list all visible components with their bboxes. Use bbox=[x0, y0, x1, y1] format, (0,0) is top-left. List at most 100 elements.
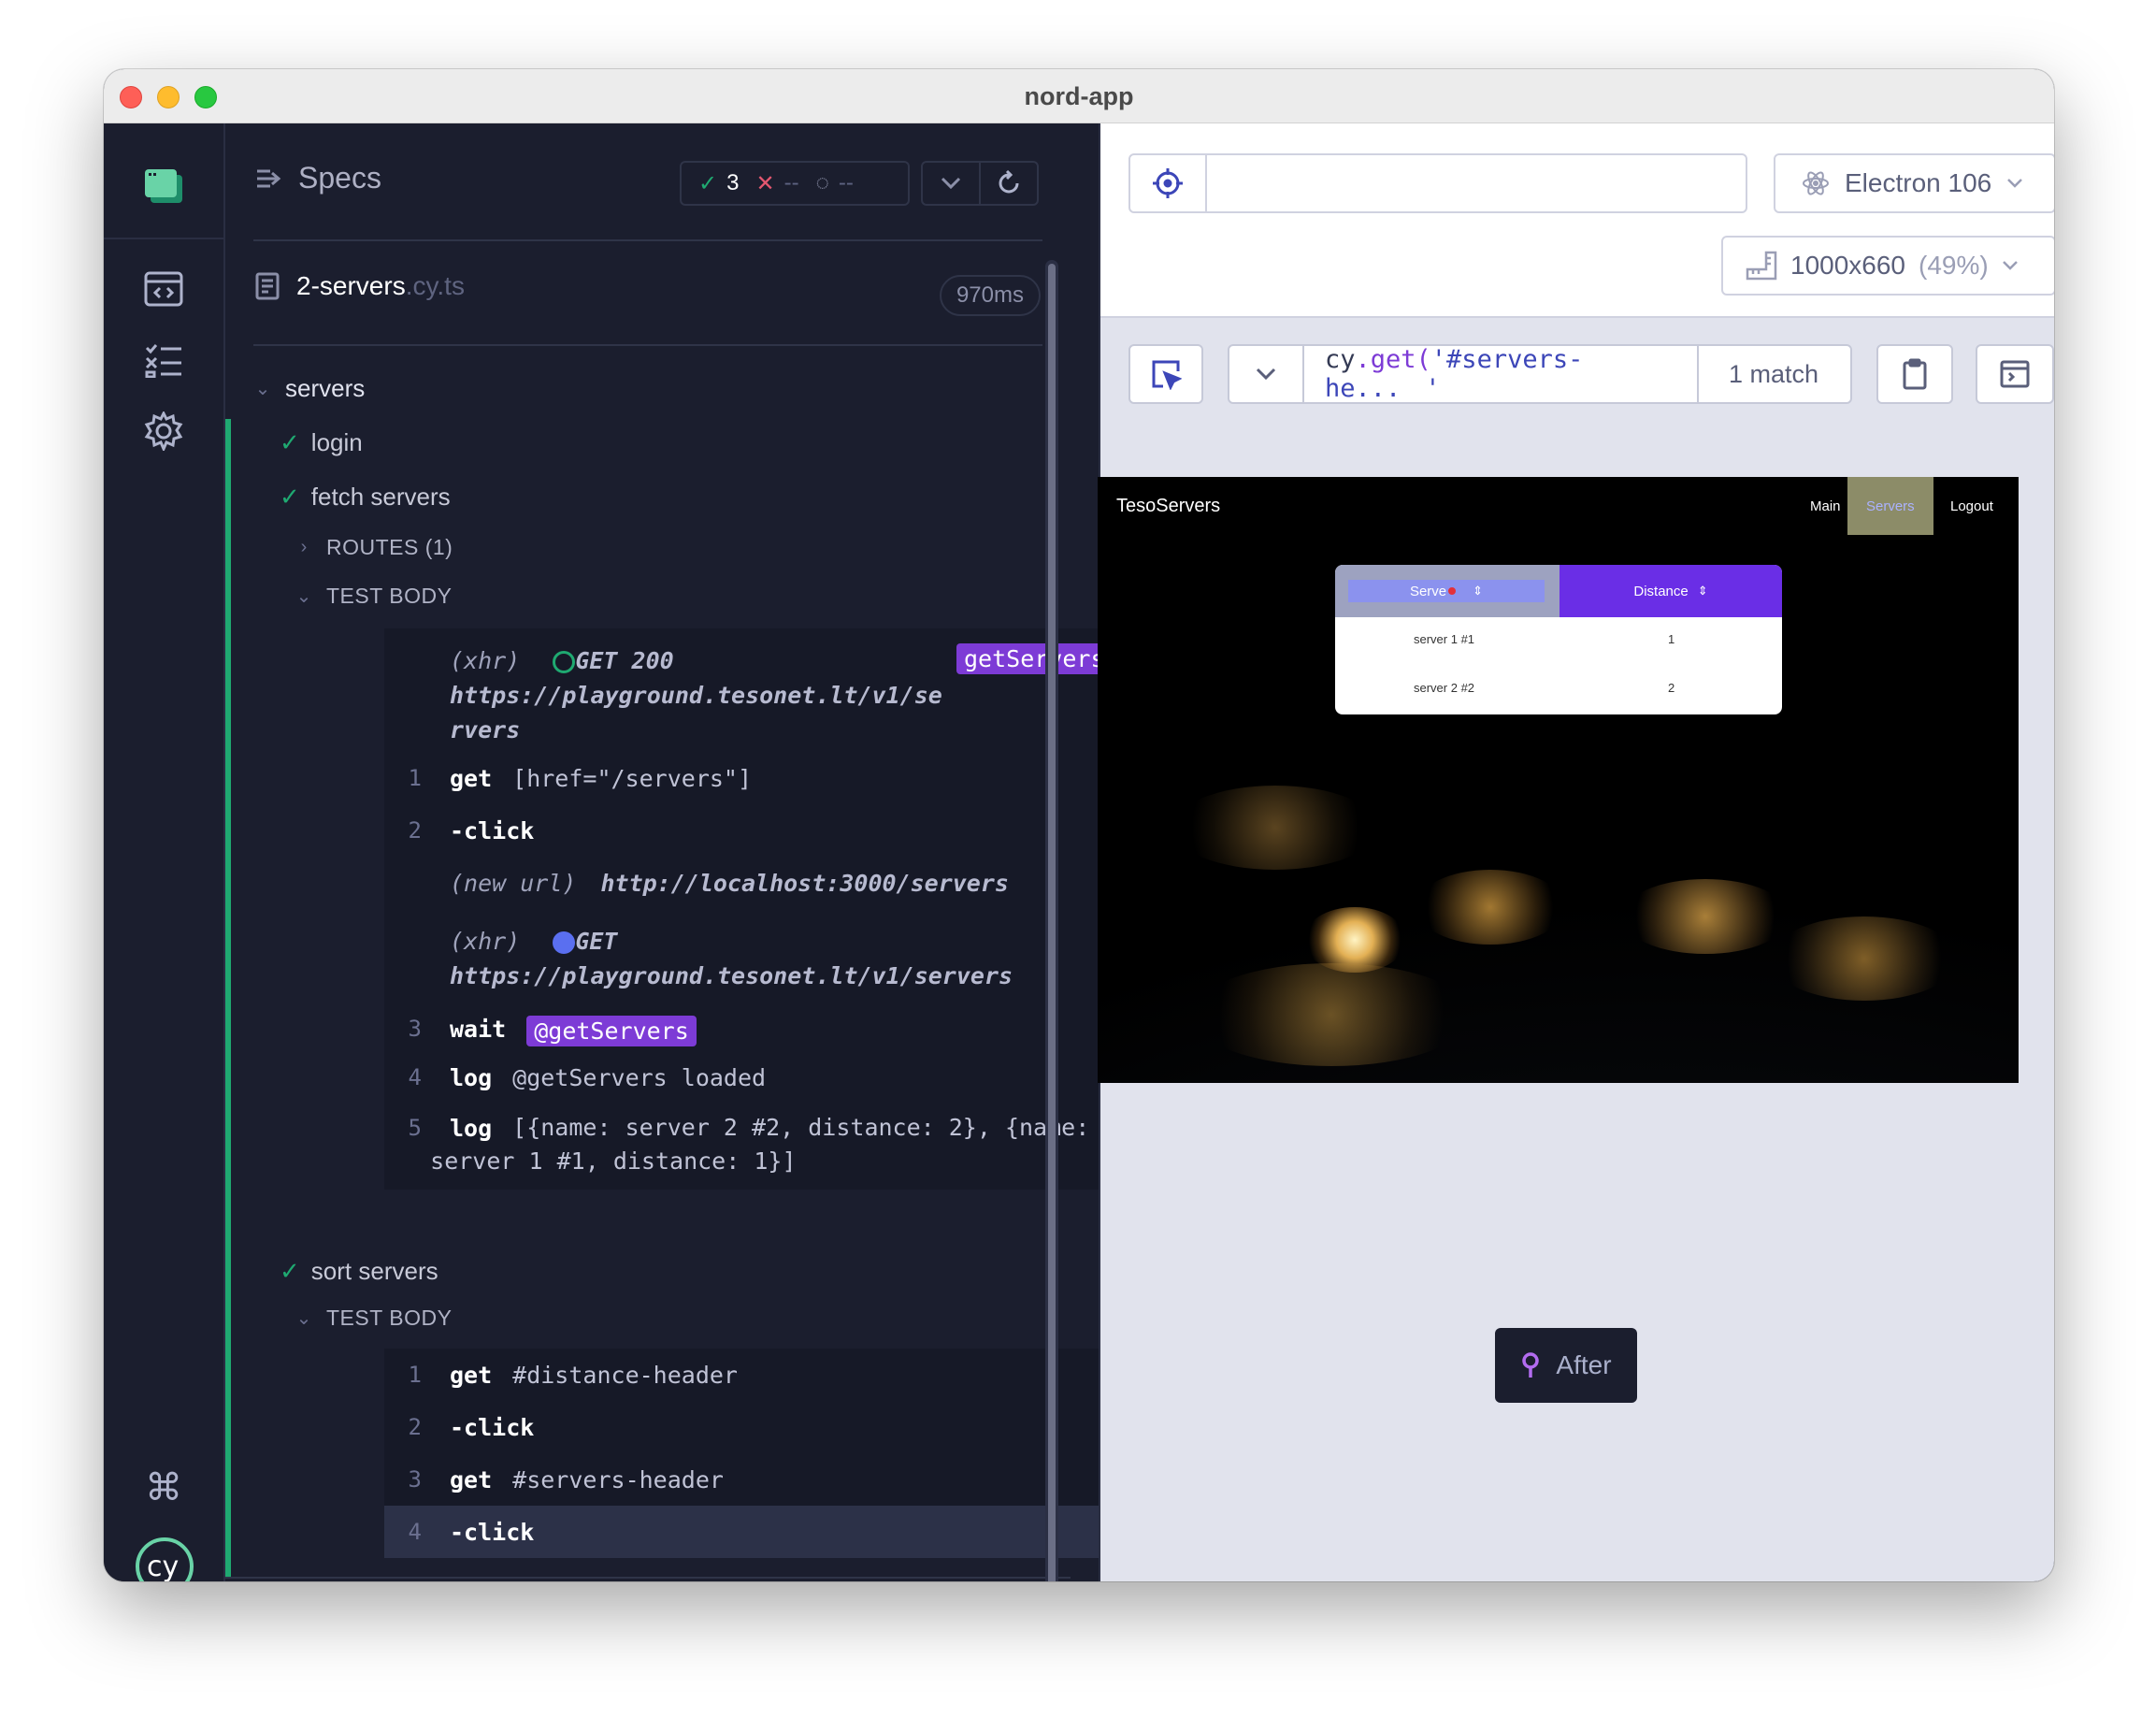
app-nav-servers[interactable]: Servers bbox=[1847, 477, 1933, 535]
sort-icon: ⇕ bbox=[1697, 584, 1708, 598]
command-log-2[interactable]: 5 log [{name: server 2 #2, distance: 2},… bbox=[384, 1114, 1114, 1178]
click-marker-icon bbox=[1448, 587, 1457, 595]
table-cell: server 2 #2 bbox=[1414, 681, 1475, 695]
browser-select[interactable]: Electron 106 bbox=[1774, 153, 2054, 213]
svg-text:cy: cy bbox=[147, 1551, 179, 1581]
electron-icon bbox=[1803, 171, 1829, 195]
check-icon: ✓ bbox=[280, 1257, 300, 1285]
test-body-toggle[interactable]: ⌄ TEST BODY bbox=[295, 584, 452, 609]
sort-command-1[interactable]: 1 get #distance-header bbox=[384, 1349, 1114, 1401]
alias-badge[interactable]: @getServers bbox=[526, 1016, 697, 1046]
check-icon: ✓ bbox=[698, 170, 718, 196]
ruler-icon bbox=[1746, 251, 1777, 281]
chevron-right-icon: › bbox=[300, 537, 308, 557]
console-icon bbox=[2000, 360, 2030, 388]
suite-status-rail bbox=[225, 419, 231, 1579]
table-cell: 2 bbox=[1668, 681, 1675, 695]
spec-name: 2-servers bbox=[296, 271, 406, 300]
check-icon: ✓ bbox=[280, 483, 300, 511]
app-navbar: TesoServers Main Servers Logout bbox=[1098, 477, 2019, 535]
crosshair-icon bbox=[1153, 168, 1183, 198]
test-body-toggle-2[interactable]: ⌄ TEST BODY bbox=[295, 1306, 452, 1331]
sort-command-list: 1 get #distance-header 2 -click 3 get #s… bbox=[384, 1349, 1114, 1558]
chevron-down-icon bbox=[941, 177, 961, 190]
pending-dot-icon bbox=[553, 931, 576, 954]
pin-icon bbox=[1522, 1352, 1540, 1378]
copy-selector-button[interactable] bbox=[1876, 344, 1953, 404]
passed-count: ✓ 3 bbox=[698, 170, 740, 196]
alias-badge[interactable]: getServers bbox=[956, 643, 1113, 674]
snapshot-after-toggle[interactable]: After bbox=[1495, 1328, 1637, 1403]
settings-gear-icon[interactable] bbox=[142, 410, 185, 453]
check-icon: ✓ bbox=[280, 428, 300, 456]
specs-header[interactable]: Specs bbox=[255, 161, 381, 195]
chevron-down-icon bbox=[2002, 261, 2018, 270]
selector-method-toggle[interactable] bbox=[1229, 346, 1304, 402]
command-click[interactable]: 2 -click bbox=[384, 817, 1114, 844]
app-brand[interactable]: TesoServers bbox=[1116, 496, 1220, 517]
chevron-down-icon bbox=[1256, 368, 1276, 381]
servers-header[interactable]: Serve ⇕ bbox=[1335, 565, 1560, 617]
runner-icon[interactable] bbox=[142, 267, 185, 310]
command-log-1[interactable]: 4 log @getServers loaded bbox=[384, 1064, 1114, 1091]
chevron-down-icon bbox=[2007, 179, 2023, 188]
test-fetch-servers[interactable]: ✓ fetch servers bbox=[280, 483, 451, 512]
titlebar: nord-app bbox=[104, 69, 2054, 123]
viewport-select[interactable]: 1000x660 (49%) bbox=[1721, 236, 2054, 296]
url-bar[interactable] bbox=[1128, 153, 1747, 213]
app-logo-icon[interactable] bbox=[142, 165, 185, 208]
x-icon: ✕ bbox=[755, 170, 775, 196]
pending-count: ◌ -- bbox=[815, 170, 854, 195]
failed-count: ✕ -- bbox=[755, 170, 799, 196]
rerun-button[interactable] bbox=[979, 161, 1039, 206]
refresh-icon bbox=[999, 170, 1019, 194]
chevron-down-icon: ⌄ bbox=[295, 586, 312, 607]
aut-iframe[interactable]: TesoServers Main Servers Logout Serve ⇕ … bbox=[1098, 477, 2019, 1083]
document-icon bbox=[255, 272, 280, 300]
command-xhr-1[interactable]: (xhr) GET 200 https://playground.tesonet… bbox=[384, 643, 1114, 747]
match-count: 1 match bbox=[1697, 346, 1850, 402]
spec-ext: .cy.ts bbox=[405, 271, 465, 300]
selector-input[interactable]: cy.get('#servers-he... ' 1 match bbox=[1228, 344, 1852, 404]
table-cell: 1 bbox=[1668, 632, 1675, 646]
clipboard-icon bbox=[1903, 358, 1927, 390]
cypress-logo-icon[interactable]: cy bbox=[134, 1536, 195, 1581]
reporter-scroll-thumb[interactable] bbox=[1048, 264, 1056, 1581]
element-picker-button[interactable] bbox=[1128, 344, 1203, 404]
keyboard-shortcuts-icon[interactable]: ⌘ bbox=[142, 1466, 185, 1509]
print-to-console-button[interactable] bbox=[1976, 344, 2054, 404]
spec-duration: 970ms bbox=[939, 275, 1041, 316]
side-nav: ⌘ cy bbox=[104, 123, 225, 1581]
servers-header-highlight: Serve ⇕ bbox=[1348, 580, 1545, 602]
aut-header: Electron 106 1000x660 (49%) bbox=[1100, 123, 2054, 318]
command-wait[interactable]: 3 wait @getServers bbox=[384, 1016, 1114, 1046]
command-xhr-2[interactable]: (xhr) GET https://playground.tesonet.lt/… bbox=[384, 924, 1114, 993]
app-nav-logout[interactable]: Logout bbox=[1932, 477, 2012, 535]
spinner-icon: ◌ bbox=[815, 170, 829, 195]
spec-file-header[interactable]: 2-servers.cy.ts bbox=[255, 271, 465, 301]
selector-code: cy.get('#servers-he... ' bbox=[1325, 345, 1584, 403]
command-new-url[interactable]: (new url) http://localhost:3000/servers bbox=[384, 870, 1114, 897]
specs-nav-icon bbox=[257, 169, 281, 187]
app-window: nord-app ⌘ cy Specs ✓ 3 ✕ -- ◌ -- 2-serv… bbox=[104, 69, 2054, 1581]
distance-header[interactable]: Distance ⇕ bbox=[1560, 565, 1782, 617]
specs-list-icon[interactable] bbox=[142, 339, 185, 382]
status-ring-icon bbox=[553, 651, 576, 673]
sort-command-2[interactable]: 2 -click bbox=[384, 1401, 1114, 1453]
selector-playground-toggle[interactable] bbox=[1130, 155, 1207, 211]
test-login[interactable]: ✓ login bbox=[280, 428, 363, 457]
servers-table: Serve ⇕ Distance ⇕ server 1 #1 1 server … bbox=[1335, 565, 1782, 714]
test-sort-servers[interactable]: ✓ sort servers bbox=[280, 1257, 438, 1286]
sort-command-4[interactable]: 4 -click bbox=[384, 1506, 1114, 1558]
command-get[interactable]: 1 get [href="/servers"] bbox=[384, 765, 1114, 792]
collapse-button[interactable] bbox=[921, 161, 981, 206]
table-cell: server 1 #1 bbox=[1414, 632, 1475, 646]
header-divider bbox=[253, 239, 1042, 241]
test-stats: ✓ 3 ✕ -- ◌ -- bbox=[680, 161, 910, 206]
sort-command-3[interactable]: 3 get #servers-header bbox=[384, 1453, 1114, 1506]
footer-divider bbox=[225, 1577, 1071, 1579]
suite-servers[interactable]: ⌄ servers bbox=[253, 374, 366, 403]
routes-toggle[interactable]: › ROUTES (1) bbox=[295, 535, 453, 560]
nav-project bbox=[104, 123, 223, 239]
fetch-command-list: (xhr) GET 200 https://playground.tesonet… bbox=[384, 628, 1114, 1190]
